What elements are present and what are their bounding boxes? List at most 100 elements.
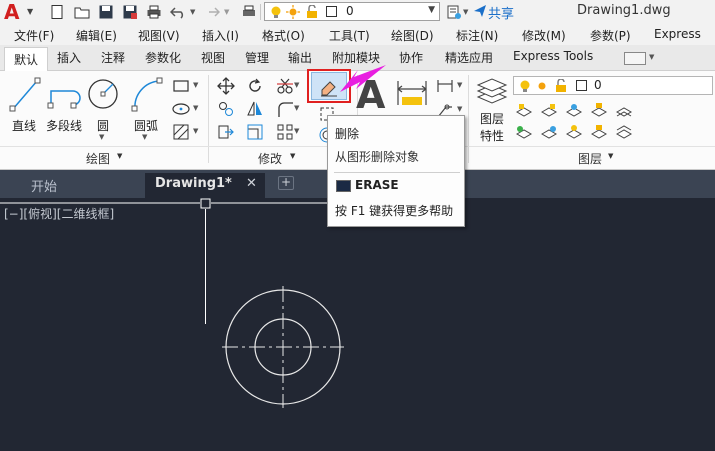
layer-dropdown[interactable]: 0 ▼ [264, 2, 440, 21]
menu-insert[interactable]: 插入(I) [202, 27, 239, 44]
new-tab-button[interactable]: + [278, 176, 294, 190]
layer-tool-icon[interactable] [540, 124, 558, 142]
hatch-icon[interactable] [172, 123, 190, 141]
rotate-icon[interactable] [246, 77, 264, 95]
save-icon[interactable] [98, 4, 114, 20]
crosshair-pickbox [200, 198, 211, 209]
ellipse-icon[interactable] [172, 100, 190, 118]
layer-tool-icon[interactable] [590, 124, 608, 142]
layer-tool-icon[interactable] [615, 124, 633, 142]
menu-tools[interactable]: 工具(T) [329, 27, 370, 44]
tab-view[interactable]: 视图 [201, 49, 225, 66]
fillet-icon[interactable] [276, 100, 294, 118]
linear-dimension-icon[interactable] [436, 77, 454, 95]
print-icon[interactable] [146, 4, 162, 20]
undo-icon[interactable] [170, 4, 186, 20]
tab-output[interactable]: 输出 [288, 49, 312, 66]
menu-format[interactable]: 格式(O) [262, 27, 305, 44]
autocad-logo[interactable]: A [4, 1, 26, 23]
rectangle-dropdown-icon[interactable]: ▼ [193, 81, 198, 89]
move-icon[interactable] [217, 77, 235, 95]
layer-properties-label-2: 特性 [479, 129, 504, 143]
trim-dropdown-icon[interactable]: ▼ [294, 81, 299, 89]
trim-icon[interactable] [276, 77, 294, 95]
stretch-icon[interactable] [217, 123, 235, 141]
arc-dropdown-icon[interactable]: ▼ [142, 133, 147, 141]
menu-express[interactable]: Express [654, 27, 701, 41]
open-folder-icon[interactable] [74, 4, 90, 20]
app-menu-caret-icon[interactable]: ▼ [27, 7, 33, 16]
drawing-canvas[interactable]: [−][俯视][二维线框] [0, 198, 715, 451]
menu-draw[interactable]: 绘图(D) [391, 27, 434, 44]
menu-file[interactable]: 文件(F) [14, 27, 54, 44]
rectangle-icon[interactable] [172, 77, 190, 95]
modify-panel-label[interactable]: 修改 [258, 150, 282, 167]
arc-tool[interactable]: 圆弧 ▼ [127, 75, 165, 141]
tab-featured-apps[interactable]: 精选应用 [445, 49, 493, 66]
redo-dropdown-icon[interactable]: ▼ [224, 8, 229, 16]
layer-tool-icon[interactable] [590, 102, 608, 120]
leader-dropdown-icon[interactable]: ▼ [457, 105, 462, 113]
tab-manage[interactable]: 管理 [245, 49, 269, 66]
tab-insert[interactable]: 插入 [57, 49, 81, 66]
layer-tool-icon[interactable] [565, 124, 583, 142]
quick-access-toolbar: A ▼ ▼ ▼ 0 ▼ ▼ 共享 Drawing1.dwg [0, 0, 715, 24]
fillet-dropdown-icon[interactable]: ▼ [294, 104, 299, 112]
line-tool[interactable]: 直线 [5, 75, 43, 133]
scale-icon[interactable] [246, 123, 264, 141]
tooltip-help: 按 F1 键获得更多帮助 [335, 204, 454, 218]
draw-panel-label[interactable]: 绘图 [86, 150, 110, 167]
copy-icon[interactable] [217, 100, 235, 118]
array-dropdown-icon[interactable]: ▼ [294, 127, 299, 135]
arc-icon [131, 77, 163, 112]
array-icon[interactable] [276, 123, 294, 141]
tab-parametric[interactable]: 参数化 [145, 49, 181, 66]
close-icon[interactable]: ✕ [246, 176, 257, 191]
menu-parametric[interactable]: 参数(P) [590, 27, 631, 44]
menu-modify[interactable]: 修改(M) [522, 27, 566, 44]
qat-customize-caret-icon[interactable]: ▼ [463, 8, 468, 16]
circle-dropdown-icon[interactable]: ▼ [99, 133, 104, 141]
layer-combo-ribbon[interactable]: 0 [513, 76, 713, 95]
hatch-dropdown-icon[interactable]: ▼ [193, 127, 198, 135]
mirror-icon[interactable] [246, 100, 264, 118]
layer-combo-value: 0 [594, 78, 602, 92]
draw-panel-caret-icon[interactable]: ▼ [117, 152, 122, 160]
menu-dimension[interactable]: 标注(N) [456, 27, 498, 44]
ribbon-options-caret-icon[interactable]: ▼ [649, 53, 654, 61]
layers-panel-caret-icon[interactable]: ▼ [608, 152, 613, 160]
share-button[interactable]: 共享 [488, 3, 514, 22]
circle-tool[interactable]: 圆 ▼ [85, 75, 121, 141]
sun-icon [538, 82, 546, 90]
ellipse-dropdown-icon[interactable]: ▼ [193, 104, 198, 112]
polyline-tool[interactable]: 多段线 [43, 75, 85, 133]
menu-edit[interactable]: 编辑(E) [76, 27, 117, 44]
ribbon-minimize-button[interactable] [624, 52, 646, 65]
match-properties-icon[interactable] [446, 4, 462, 20]
undo-dropdown-icon[interactable]: ▼ [190, 8, 195, 16]
polyline-icon [47, 90, 81, 109]
document-title: Drawing1.dwg [577, 3, 671, 18]
redo-icon[interactable] [204, 4, 220, 20]
chevron-down-icon: ▼ [428, 5, 435, 15]
tab-express-tools[interactable]: Express Tools [513, 49, 593, 63]
modify-panel-caret-icon[interactable]: ▼ [290, 152, 295, 160]
share-icon[interactable] [473, 4, 487, 18]
tab-start[interactable]: 开始 [31, 176, 57, 195]
tab-collaborate[interactable]: 协作 [399, 49, 423, 66]
layers-panel-label[interactable]: 图层 [578, 150, 602, 167]
layer-tool-icon[interactable] [615, 102, 633, 120]
layer-properties-button[interactable]: 图层 特性 [472, 75, 512, 145]
tab-annotate[interactable]: 注释 [101, 49, 125, 66]
layer-tool-icon[interactable] [515, 102, 533, 120]
layer-tool-icon[interactable] [515, 124, 533, 142]
save-as-icon[interactable] [122, 4, 138, 20]
plot-icon[interactable] [241, 4, 257, 20]
new-file-icon[interactable] [49, 4, 65, 20]
layer-tool-icon[interactable] [540, 102, 558, 120]
layer-tool-icon[interactable] [565, 102, 583, 120]
tab-home[interactable]: 默认 [4, 47, 49, 71]
dimension-icon[interactable] [396, 79, 428, 109]
menu-view[interactable]: 视图(V) [138, 27, 180, 44]
dimension-dropdown-icon[interactable]: ▼ [457, 81, 462, 89]
